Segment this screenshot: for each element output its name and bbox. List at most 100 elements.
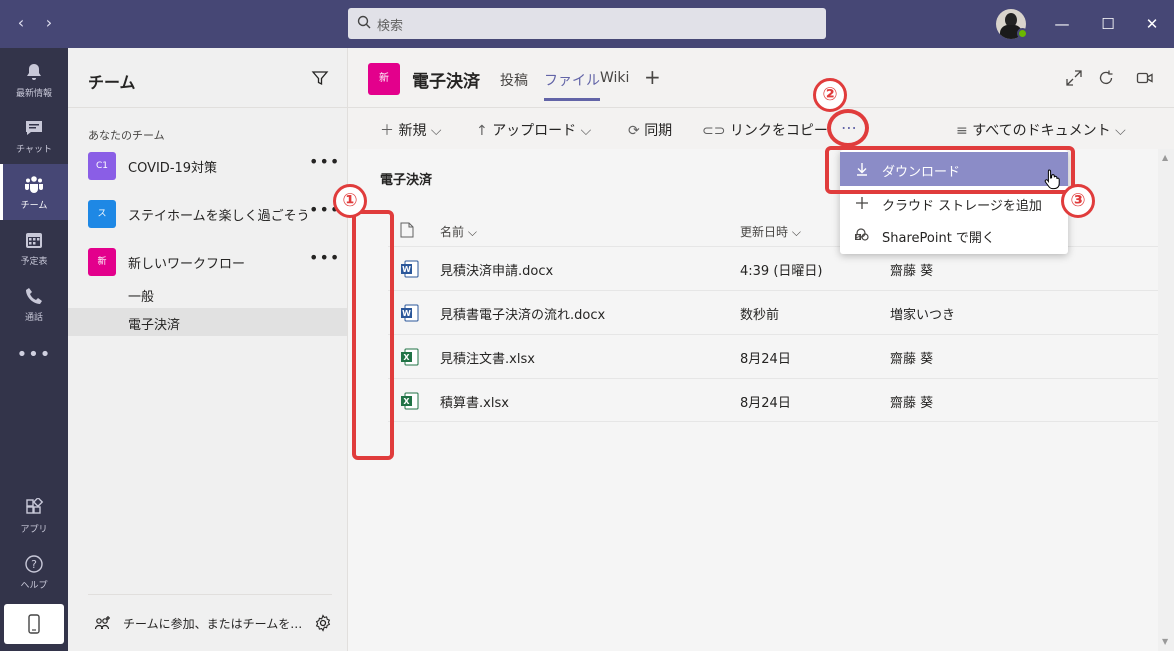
highlight-more-button [827,109,869,147]
channel-name: 一般 [128,290,155,305]
new-label: 新規 [398,123,427,139]
more-options-icon[interactable]: ••• [309,248,339,267]
app-rail: 最新情報 チャット チーム 予定表 通話 ••• アプリ ? ヘルプ [0,48,68,651]
upload-button[interactable]: ↑ アップロード ⌵ [476,120,591,140]
column-header-label: 更新日時 [740,225,789,239]
team-item-stayhome[interactable]: ス ステイホームを楽しく過ごそう ••• [68,196,347,232]
search-input[interactable]: 検索 [348,8,826,39]
expand-icon[interactable] [1065,69,1083,87]
back-button[interactable]: ‹ [10,12,32,34]
file-name: 見積注文書.xlsx [440,352,535,367]
maximize-button[interactable]: ☐ [1096,12,1120,36]
chat-icon [26,121,42,135]
phone-icon [26,288,42,304]
rail-item-help[interactable]: ? ヘルプ [0,544,68,600]
gear-icon[interactable] [314,614,332,632]
svg-text:W: W [402,309,411,318]
filter-icon[interactable] [311,69,329,87]
copy-link-label: リンクをコピー [729,123,828,139]
upload-label: アップロード [492,123,577,139]
forward-button[interactable]: › [38,12,60,34]
rail-item-teams[interactable]: チーム [0,164,68,220]
teams-icon [25,176,43,193]
step-badge-2: ② [813,78,847,112]
copy-link-button[interactable]: ⊂⊃ リンクをコピー [702,120,828,140]
file-modified: 4:39 (日曜日) [740,264,823,279]
teams-panel: チーム あなたのチーム C1 COVID-19対策 ••• ス ステイホームを楽… [68,48,348,651]
rail-item-chat[interactable]: チャット [0,108,68,164]
menu-item-open-sharepoint[interactable]: S SharePoint で開く [840,218,1068,252]
view-selector[interactable]: ≡ すべてのドキュメント ⌵ [956,120,1126,140]
rail-label: チャット [16,145,52,155]
team-avatar: 新 [88,248,116,276]
file-name: 見積書電子決済の流れ.docx [440,308,606,323]
tab-posts[interactable]: 投稿 [500,70,528,90]
team-item-covid[interactable]: C1 COVID-19対策 ••• [68,148,347,184]
rail-item-calls[interactable]: 通話 [0,276,68,332]
close-button[interactable]: ✕ [1140,12,1164,36]
more-options-icon[interactable]: ••• [309,200,339,219]
file-author: 齋藤 葵 [890,264,934,279]
presence-available-icon [1017,28,1028,39]
scroll-up-icon[interactable]: ▲ [1162,153,1168,162]
bell-icon [27,64,41,80]
channel-general[interactable]: 一般 [68,280,347,308]
rail-label: チーム [20,201,48,211]
team-name: ステイホームを楽しく過ごそう [128,209,310,224]
file-name: 見積決済申請.docx [440,264,554,279]
svg-text:W: W [402,265,411,274]
team-name: 新しいワークフロー [128,257,246,272]
command-bar: ＋ 新規 ⌵ ↑ アップロード ⌵ ⟳ 同期 ⊂⊃ リンクをコピー ⋯ ≡ すべ… [348,109,1174,149]
file-modified: 8月24日 [740,352,791,367]
file-modified: 数秒前 [740,308,780,323]
file-name: 積算書.xlsx [440,396,509,411]
minimize-button[interactable]: — [1050,12,1074,36]
meet-now-icon[interactable] [1136,69,1154,87]
rail-item-apps[interactable]: アプリ [0,488,68,544]
more-apps-icon[interactable]: ••• [0,344,68,365]
rail-item-calendar[interactable]: 予定表 [0,220,68,276]
apps-icon [26,498,44,514]
column-header-modified[interactable]: 更新日時 ⌵ [740,223,801,240]
sync-label: 同期 [644,123,673,139]
rail-label: 予定表 [20,257,48,267]
plus-icon [856,197,868,209]
title-bar: ‹ › 検索 — ☐ ✕ [0,0,1174,48]
rail-label: 最新情報 [15,89,52,99]
team-name: COVID-19対策 [128,161,218,176]
divider [68,107,347,108]
join-or-create-team-link[interactable]: チームに参加、またはチームを… [123,615,302,632]
join-team-icon[interactable] [94,615,112,633]
scroll-down-icon[interactable]: ▼ [1162,637,1168,646]
refresh-icon[interactable] [1097,69,1115,87]
svg-text:S: S [856,235,860,241]
calendar-icon [26,233,42,248]
rail-item-activity[interactable]: 最新情報 [0,52,68,108]
team-avatar: ス [88,200,116,228]
download-mobile-app-button[interactable] [4,604,64,644]
file-author: 増家いつき [890,308,956,323]
highlight-download-item [825,146,1075,194]
rail-label: 通話 [24,313,43,323]
table-row[interactable]: X 積算書.xlsx 8月24日 齋藤 葵 [388,378,1158,422]
column-header-label: 名前 [440,225,465,239]
excel-file-icon: X [401,392,419,410]
column-header-name[interactable]: 名前 ⌵ [440,223,477,240]
new-button[interactable]: ＋ 新規 ⌵ [380,120,442,140]
team-avatar: C1 [88,152,116,180]
more-options-icon[interactable]: ••• [309,152,339,171]
channel-header: 新 電子決済 投稿 ファイル Wiki + [348,48,1174,108]
tab-wiki[interactable]: Wiki [600,70,629,86]
main-area: 新 電子決済 投稿 ファイル Wiki + ＋ 新規 ⌵ ↑ アップロード ⌵ … [348,48,1174,651]
word-file-icon: W [401,304,419,322]
channel-e-payment[interactable]: 電子決済 [68,308,347,336]
sync-button[interactable]: ⟳ 同期 [628,120,672,140]
table-row[interactable]: X 見積注文書.xlsx 8月24日 齋藤 葵 [388,334,1158,378]
add-tab-button[interactable]: + [644,65,661,89]
search-icon [357,15,371,29]
table-row[interactable]: W 見積書電子決済の流れ.docx 数秒前 増家いつき [388,290,1158,334]
team-item-workflow[interactable]: 新 新しいワークフロー ••• [68,244,347,280]
svg-text:X: X [403,397,410,406]
vertical-scrollbar[interactable]: ▲ ▼ [1158,149,1174,651]
tab-files[interactable]: ファイル [544,70,600,101]
